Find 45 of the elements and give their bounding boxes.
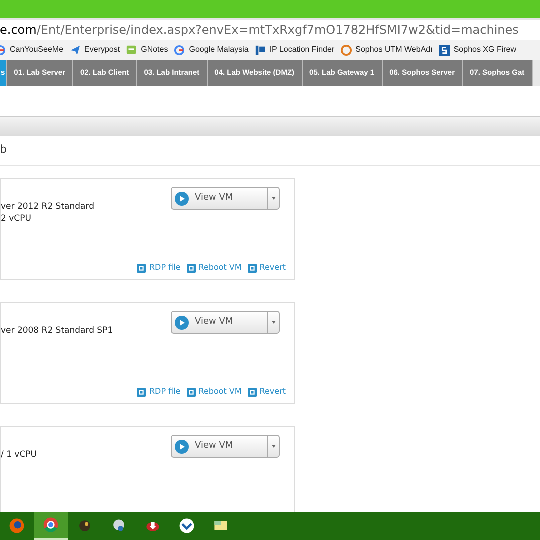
bookmark-icon — [340, 44, 352, 56]
action-link[interactable]: Reboot VM — [198, 386, 242, 398]
view-vm-button[interactable]: View VM — [171, 311, 280, 334]
action-link[interactable]: Reboot VM — [198, 262, 242, 274]
action-icon — [186, 388, 196, 396]
action-link[interactable]: RDP file — [149, 386, 181, 398]
action-icon — [137, 264, 146, 272]
bookmark-link[interactable]: CanYouSeeMe — [10, 44, 64, 56]
bookmark-link[interactable]: Sophos XG Firew — [454, 44, 517, 56]
machine-spec: ver 2008 R2 Standard SP1 — [1, 325, 114, 337]
check-icon — [178, 517, 196, 535]
action-link[interactable]: Revert — [260, 262, 286, 274]
action-link[interactable]: RDP file — [149, 262, 181, 274]
caret-icon — [272, 321, 276, 324]
firefox-icon — [8, 517, 26, 535]
machine-spec: / 1 vCPU — [1, 449, 37, 461]
url-path: /Ent/Enterprise/index.aspx?envEx=mtTxRxgf7mO1782HfSMI7w2&tid=machines — [36, 22, 519, 39]
bookmark-link[interactable]: IP Location Finder — [270, 44, 335, 56]
caret-icon — [272, 445, 276, 448]
action-icon — [137, 388, 146, 396]
url-host: e.com — [0, 22, 37, 39]
bookmark-icon — [254, 44, 266, 56]
bookmark-link[interactable]: Everypost — [84, 44, 120, 56]
bookmark-icon — [174, 44, 186, 56]
caret-icon — [272, 197, 276, 200]
machine-spec: ver 2012 R2 Standard — [1, 201, 94, 213]
bookmark-icon — [126, 44, 138, 56]
section-heading: b — [0, 142, 7, 158]
action-icon — [248, 264, 257, 272]
bookmark-link[interactable]: GNotes — [141, 44, 168, 56]
chrome-icon — [42, 516, 60, 534]
play-icon — [175, 192, 189, 206]
machine-spec: 2 vCPU — [1, 213, 32, 225]
play-icon — [175, 316, 189, 330]
bookmark-icon — [70, 44, 81, 56]
bookmark-link[interactable]: Google Malaysia — [189, 44, 249, 56]
taskbar-app[interactable] — [34, 512, 68, 540]
view-vm-button[interactable]: View VM — [171, 435, 280, 458]
view-vm-button[interactable]: View VM — [171, 187, 280, 210]
action-link[interactable]: Revert — [260, 386, 286, 398]
action-icon — [186, 264, 196, 272]
bookmark-icon — [438, 44, 450, 56]
action-icon — [248, 388, 257, 396]
play-icon — [175, 440, 189, 454]
bookmark-link[interactable]: Sophos UTM WebAdı — [356, 44, 433, 56]
